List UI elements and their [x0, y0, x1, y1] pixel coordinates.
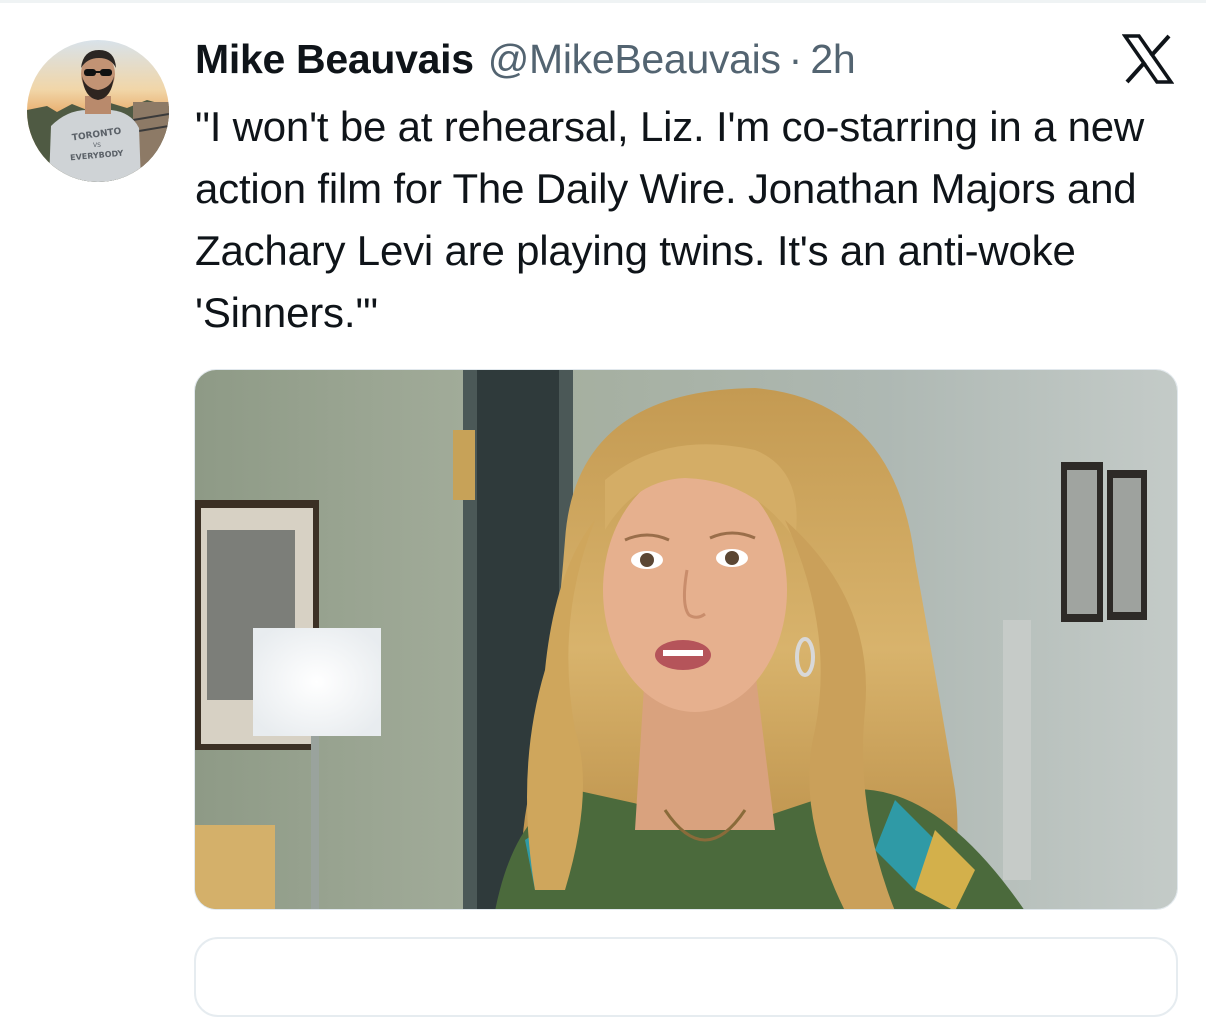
separator-dot: ·: [788, 36, 803, 82]
next-item-card: [194, 937, 1178, 1017]
avatar[interactable]: TORONTO VS EVERYBODY: [27, 40, 169, 182]
top-divider: [0, 0, 1206, 3]
x-logo-icon[interactable]: [1121, 33, 1175, 85]
media-photo: [195, 370, 1177, 909]
author-handle[interactable]: @MikeBeauvais: [488, 36, 781, 83]
tweet-header: Mike Beauvais @MikeBeauvais · 2h: [195, 36, 856, 90]
avatar-shirt-line-2: VS: [93, 142, 101, 149]
tweet-text: "I won't be at rehearsal, Liz. I'm co-st…: [195, 103, 1145, 336]
avatar-photo: TORONTO VS EVERYBODY: [27, 40, 169, 182]
tweet-media-image[interactable]: [194, 369, 1178, 910]
timestamp[interactable]: 2h: [810, 36, 855, 83]
author-name[interactable]: Mike Beauvais: [195, 36, 474, 83]
